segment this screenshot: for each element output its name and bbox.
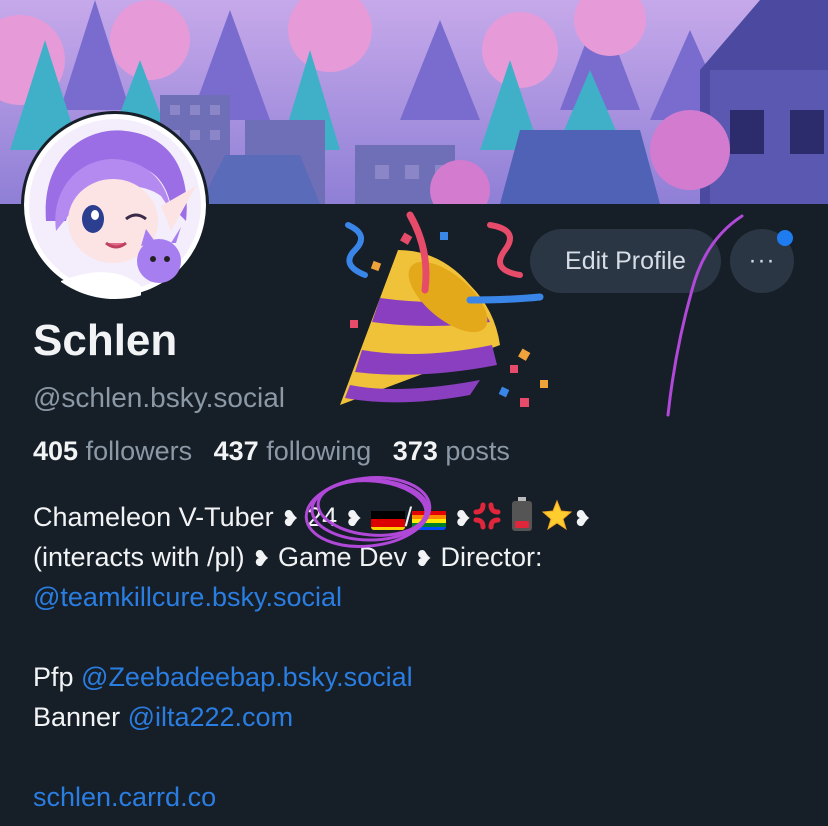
notification-dot [777,230,793,246]
flag-germany-icon [370,506,405,530]
flag-slash: / [404,502,413,532]
followers-count: 405 [33,436,79,466]
following-count: 437 [213,436,259,466]
heart-separator: ❥ [281,506,300,531]
profile-handle: @schlen.bsky.social [33,382,285,413]
avatar[interactable] [21,111,209,299]
anger-icon [472,501,502,542]
bio-intro: Chameleon V-Tuber [33,502,282,532]
team-mention-link[interactable]: @teamkillcure.bsky.social [33,582,342,612]
glowing-star-icon [541,499,573,542]
party-popper-icon [340,211,548,407]
following-label: following [266,436,372,466]
posts-count: 373 [392,436,438,466]
bio-game-dev: Game Dev [270,542,415,572]
heart-separator: ❥ [453,506,473,531]
bio-line-3: @teamkillcure.bsky.social [33,577,823,617]
banner-mention-link[interactable]: @ilta222.com [128,702,293,732]
posts-label: posts [445,436,510,466]
heart-separator: ❥ [344,506,364,531]
following-stat[interactable]: 437 following [214,436,372,466]
rainbow-flag-icon [412,506,447,530]
bio-director: Director: [432,542,543,572]
pfp-label: Pfp [33,662,82,692]
bio-line-pfp: Pfp @Zeebadeebap.bsky.social [33,657,823,697]
profile-bio: Chameleon V-Tuber ❥ 24 ❥ / ❥ ❥ (interact… [33,497,823,817]
followers-label: followers [85,436,193,466]
profile-stats: 405 followers 437 following 373 posts [33,436,510,467]
bio-line-banner: Banner @ilta222.com [33,697,823,737]
pfp-mention-link[interactable]: @Zeebadeebap.bsky.social [81,662,413,692]
bio-interacts: (interacts with /pl) [33,542,253,572]
bio-line-1: Chameleon V-Tuber ❥ 24 ❥ / ❥ ❥ [33,497,823,537]
edit-profile-button[interactable]: Edit Profile [530,229,721,293]
website-link[interactable]: schlen.carrd.co [33,782,216,812]
banner-label: Banner [33,702,128,732]
display-name: Schlen [33,316,178,365]
bio-line-site: schlen.carrd.co [33,777,823,817]
posts-stat: 373 posts [393,436,510,466]
more-dots-icon: ··· [748,247,776,274]
low-battery-icon [510,497,534,542]
heart-separator: ❥ [414,546,433,571]
bio-line-2: (interacts with /pl) ❥ Game Dev ❥ Direct… [33,537,823,577]
heart-separator: ❥ [252,546,271,571]
heart-separator: ❥ [573,506,592,531]
bio-age: 24 [299,502,345,532]
followers-stat[interactable]: 405 followers [33,436,192,466]
